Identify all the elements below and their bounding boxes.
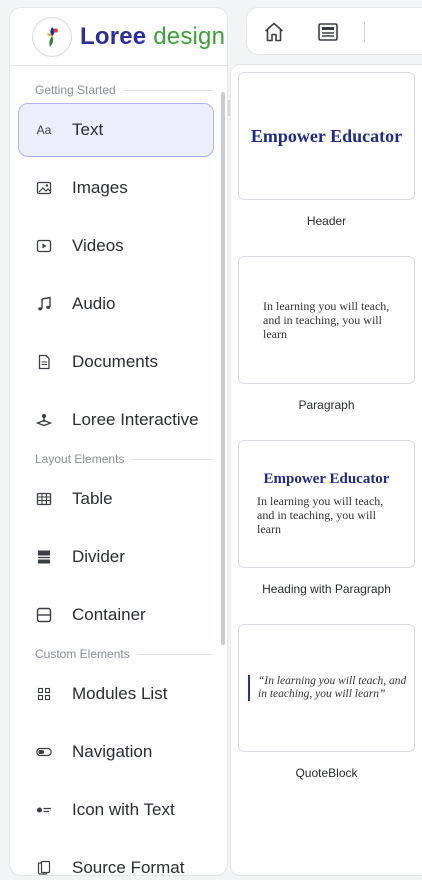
sidebar-item-container[interactable]: Container [18, 588, 214, 642]
sidebar-item-label: Source Format [72, 858, 185, 876]
component-caption: Paragraph [298, 398, 355, 412]
section-divider [123, 89, 213, 91]
sidebar-item-label: Modules List [72, 684, 168, 703]
component-caption: Heading with Paragraph [262, 582, 391, 596]
sidebar-item-text[interactable]: Aa Text [18, 103, 214, 157]
icon-text-icon [36, 802, 52, 818]
sidebar-item-label: Icon with Text [72, 800, 175, 819]
card-heading: Empower Educator [263, 471, 390, 487]
card-paragraph: In learning you will teach, and in teach… [257, 494, 384, 536]
sidebar-item-documents[interactable]: Documents [18, 335, 214, 389]
card-paragraph: In learning you will teach, and in teach… [263, 299, 390, 341]
video-icon [36, 238, 52, 254]
section-divider [132, 458, 213, 460]
sidebar-item-label: Audio [72, 294, 116, 313]
section-divider [137, 653, 213, 655]
brand-header: Loree design [10, 8, 227, 66]
component-card-quoteblock[interactable]: “In learning you will teach, and in teac… [238, 624, 415, 752]
sidebar-item-label: Text [72, 120, 104, 139]
sidebar-item-label: Divider [72, 547, 125, 566]
brand-name-primary: Loree [80, 22, 147, 50]
sidebar-item-label: Videos [72, 236, 124, 255]
sidebar-item-label: Images [72, 178, 128, 197]
component-card-header[interactable]: Empower Educator [238, 72, 415, 200]
sidebar-item-label: Table [72, 489, 113, 508]
section-label-getting-started: Getting Started [35, 83, 213, 97]
sidebar-scrollbar[interactable] [221, 92, 225, 645]
brand-name-secondary: design [153, 22, 226, 50]
interactive-icon [36, 412, 52, 428]
component-caption: QuoteBlock [295, 766, 358, 780]
sidebar-item-navigation[interactable]: Navigation [18, 725, 214, 779]
music-note-icon [36, 296, 52, 312]
container-icon [36, 607, 52, 623]
text-aa-icon: Aa [36, 123, 52, 137]
sidebar-item-icon-with-text[interactable]: Icon with Text [18, 783, 214, 837]
image-icon [36, 180, 52, 196]
sidebar-item-modules-list[interactable]: Modules List [18, 667, 214, 721]
section-label-layout-elements: Layout Elements [35, 452, 213, 466]
section-label-custom-elements: Custom Elements [35, 647, 213, 661]
brand-wordmark: Loree design [80, 23, 225, 51]
sidebar-item-source-format[interactable]: Source Format [18, 841, 214, 876]
sidebar-item-label: Documents [72, 352, 158, 371]
section-label-text: Getting Started [35, 83, 116, 97]
section-label-text: Custom Elements [35, 647, 130, 661]
table-icon [36, 491, 52, 507]
sidebar-item-audio[interactable]: Audio [18, 277, 214, 331]
sidebar-item-label: Container [72, 605, 146, 624]
sidebar-item-divider[interactable]: Divider [18, 530, 214, 584]
loree-logo-icon [32, 16, 72, 57]
editor-toolbar [246, 7, 422, 55]
section-label-text: Layout Elements [35, 452, 125, 466]
sidebar-item-loree-interactive[interactable]: Loree Interactive [18, 393, 214, 447]
toolbar-separator [364, 22, 365, 42]
sidebar: Loree design Getting Started Aa Text Ima… [9, 7, 228, 876]
sidebar-item-videos[interactable]: Videos [18, 219, 214, 273]
source-format-icon [36, 860, 52, 875]
sidebar-item-images[interactable]: Images [18, 161, 214, 215]
newspaper-icon[interactable] [316, 20, 340, 44]
sidebar-item-table[interactable]: Table [18, 472, 214, 526]
home-icon[interactable] [262, 20, 286, 44]
toggle-icon [36, 744, 52, 760]
card-quote: “In learning you will teach, and in teac… [248, 675, 408, 701]
sidebar-item-label: Navigation [72, 742, 153, 761]
component-card-heading-with-paragraph[interactable]: Empower Educator In learning you will te… [238, 440, 415, 568]
component-card-paragraph[interactable]: In learning you will teach, and in teach… [238, 256, 415, 384]
document-icon [36, 354, 52, 370]
sidebar-item-label: Loree Interactive [72, 410, 199, 429]
divider-icon [36, 549, 52, 565]
grid-icon [36, 686, 52, 702]
card-heading: Empower Educator [250, 125, 403, 146]
component-caption: Header [306, 214, 347, 228]
